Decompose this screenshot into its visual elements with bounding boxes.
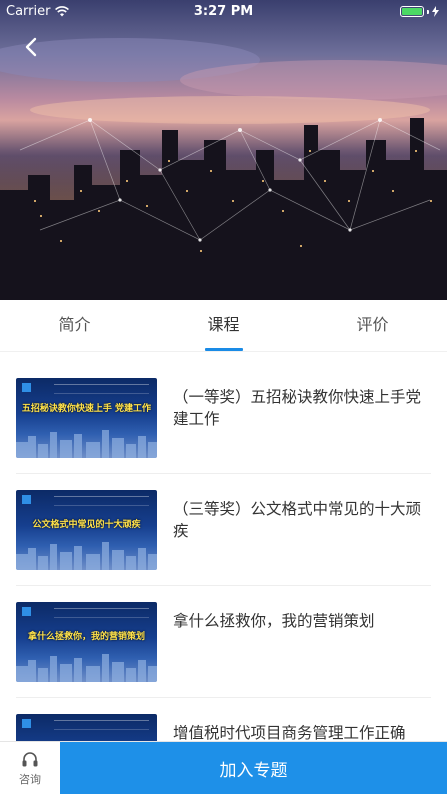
course-item[interactable]: 增值税时代项目商务管理工作正确	[0, 698, 447, 742]
clock: 3:27 PM	[193, 4, 254, 19]
tab-bar: 简介 课程 评价	[0, 300, 447, 352]
course-title: （一等奖）五招秘诀教你快速上手党建工作	[173, 388, 422, 428]
tab-reviews[interactable]: 评价	[298, 300, 447, 351]
logo-icon	[22, 607, 31, 616]
course-title: （三等奖）公文格式中常见的十大顽疾	[173, 500, 422, 540]
course-thumbnail	[16, 714, 157, 742]
logo-icon	[22, 383, 31, 392]
thumbnail-title: 公文格式中常见的十大顽疾	[32, 520, 141, 530]
course-item[interactable]: 拿什么拯救你，我的营销策划 拿什么拯救你，我的营销策划	[0, 586, 447, 698]
status-bar: Carrier 3:27 PM	[0, 0, 447, 22]
tab-label: 简介	[58, 315, 91, 334]
tab-intro[interactable]: 简介	[0, 300, 149, 351]
tab-label: 评价	[356, 315, 389, 334]
course-list: 五招秘诀教你快速上手 党建工作 （一等奖）五招秘诀教你快速上手党建工作 公文格式…	[0, 362, 447, 742]
consult-label: 咨询	[19, 772, 41, 786]
bolt-icon	[432, 6, 439, 17]
thumbnail-title: 拿什么拯救你，我的营销策划	[27, 632, 145, 642]
headset-icon	[22, 751, 38, 766]
logo-icon	[22, 495, 31, 504]
join-topic-button[interactable]: 加入专题	[60, 742, 447, 794]
tab-label: 课程	[207, 315, 240, 334]
bottom-action-bar: 咨询 加入专题	[0, 741, 447, 794]
consult-button[interactable]: 咨询	[0, 742, 60, 794]
city-skyline-image	[0, 38, 447, 300]
course-title: 增值税时代项目商务管理工作正确	[173, 724, 406, 742]
course-item[interactable]: 公文格式中常见的十大顽疾 （三等奖）公文格式中常见的十大顽疾	[0, 474, 447, 586]
course-item[interactable]: 五招秘诀教你快速上手 党建工作 （一等奖）五招秘诀教你快速上手党建工作	[0, 362, 447, 474]
battery-icon	[400, 6, 424, 17]
tab-courses[interactable]: 课程	[149, 300, 298, 351]
logo-icon	[22, 719, 31, 728]
join-label: 加入专题	[219, 760, 288, 781]
back-arrow-icon	[25, 37, 37, 57]
active-tab-indicator	[204, 348, 243, 351]
course-thumbnail: 五招秘诀教你快速上手 党建工作	[16, 378, 157, 458]
thumbnail-title: 五招秘诀教你快速上手 党建工作	[21, 404, 152, 414]
course-thumbnail: 拿什么拯救你，我的营销策划	[16, 602, 157, 682]
course-title: 拿什么拯救你，我的营销策划	[173, 612, 375, 630]
back-button[interactable]	[16, 32, 46, 62]
battery-indicator	[400, 6, 439, 17]
hero-banner: Carrier 3:27 PM	[0, 0, 447, 300]
course-thumbnail: 公文格式中常见的十大顽疾	[16, 490, 157, 570]
